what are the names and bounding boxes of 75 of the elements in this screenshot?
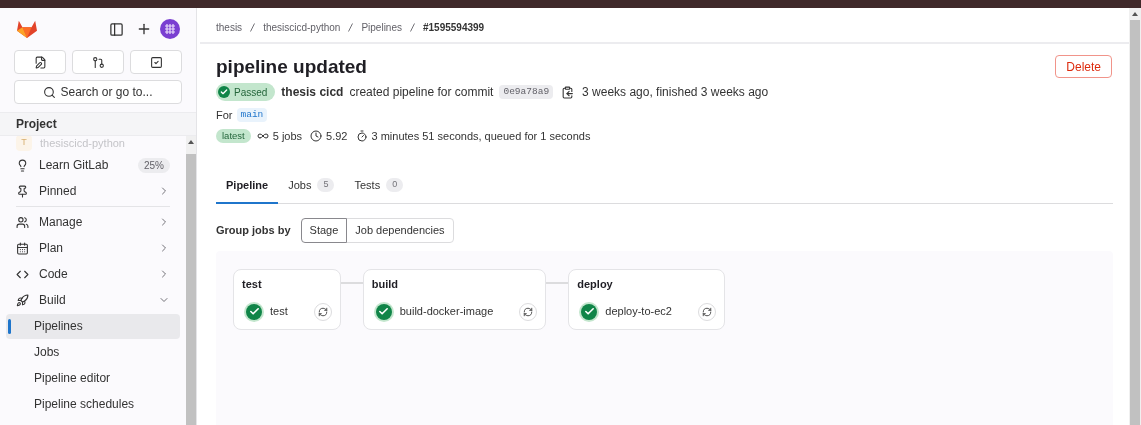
status-badge: Passed	[216, 83, 276, 101]
ref-label: For	[216, 107, 233, 123]
duration-text: 3 minutes 51 seconds, queued for 1 seconds	[371, 128, 591, 144]
stage-name: build	[371, 277, 399, 292]
tab[interactable]: Pipeline	[216, 168, 279, 204]
project-avatar: T	[16, 136, 32, 151]
retry-icon	[701, 306, 712, 317]
nav-subitem[interactable]: Pipeline schedules	[6, 391, 180, 417]
compute-minutes: 5.92	[326, 128, 348, 144]
nav-item[interactable]: Pinned	[6, 178, 180, 204]
tab[interactable]: Tests 0	[344, 168, 414, 204]
slash-separator-icon	[410, 22, 415, 32]
segment-button[interactable]: Stage	[300, 218, 348, 243]
progress-badge: 25%	[138, 157, 170, 173]
breadcrumb-link[interactable]: thesiscicd-python	[263, 19, 341, 35]
retry-icon	[317, 306, 328, 317]
nav-item[interactable]: Learn GitLab 25%	[6, 152, 180, 178]
count-badge: 5	[317, 178, 335, 192]
infinity-icon	[256, 130, 269, 142]
timer-icon	[355, 130, 368, 142]
tab[interactable]: Jobs 5	[278, 168, 345, 204]
scrollbar[interactable]	[1129, 8, 1141, 425]
merge-requests-button[interactable]	[72, 50, 124, 74]
search-icon	[43, 85, 57, 99]
nav-item[interactable]: Build	[6, 287, 180, 313]
nav-item[interactable]: Code	[6, 261, 180, 287]
nav-subitem[interactable]: Pipeline editor	[6, 365, 180, 391]
search-field[interactable]: Search or go to...	[14, 80, 182, 104]
avatar-icon[interactable]	[160, 19, 180, 39]
job-link[interactable]: test	[270, 303, 320, 320]
scroll-up-icon[interactable]	[188, 140, 194, 144]
retry-icon	[523, 306, 534, 317]
job-link[interactable]: deploy-to-ec2	[605, 303, 704, 320]
clock-icon	[310, 130, 323, 142]
jobs-count: 5 jobs	[272, 128, 303, 144]
latest-badge: latest	[216, 128, 251, 144]
breadcrumb-link[interactable]: #1595594399	[423, 19, 485, 35]
scroll-up-icon[interactable]	[1132, 12, 1138, 16]
issues-button[interactable]	[14, 50, 66, 74]
delete-button[interactable]: Delete	[1055, 55, 1112, 78]
nav-subitem[interactable]: Pipelines	[6, 313, 180, 339]
copy-icon[interactable]	[561, 85, 575, 99]
merge-request-icon	[91, 55, 105, 69]
stage-name: test	[242, 277, 263, 292]
pin-icon	[16, 184, 29, 198]
group-by-label: Group jobs by	[216, 223, 291, 239]
section-title: Project	[16, 116, 57, 133]
count-badge: 0	[386, 178, 404, 192]
checkbox-icon	[149, 55, 163, 69]
todo-button[interactable]	[130, 50, 182, 74]
branch-link[interactable]: main	[236, 107, 268, 123]
users-icon	[16, 215, 29, 229]
scrollbar[interactable]	[186, 136, 196, 425]
slash-separator-icon	[348, 22, 354, 32]
edit-icon	[33, 55, 47, 69]
stage-name: deploy	[577, 277, 614, 292]
page-title: pipeline updated	[216, 55, 367, 79]
plus-icon[interactable]	[136, 21, 152, 37]
lightbulb-icon	[16, 158, 29, 172]
fox-logo-icon[interactable]	[16, 19, 38, 39]
breadcrumb-link[interactable]: thesis	[216, 19, 243, 35]
nav-item[interactable]: Plan	[6, 235, 180, 261]
sidebar-toggle-icon[interactable]	[109, 21, 124, 37]
time-text: 3 weeks ago, finished 3 weeks ago	[582, 84, 769, 101]
slash-separator-icon	[250, 22, 256, 32]
nav-item[interactable]: Manage	[6, 209, 180, 235]
nav-subitem[interactable]: Jobs	[6, 339, 180, 365]
rocket-icon	[16, 293, 29, 307]
segment-button[interactable]: Job dependencies	[346, 218, 454, 243]
calendar-icon	[16, 241, 29, 255]
created-text: created pipeline for commit	[349, 84, 494, 101]
breadcrumb-link[interactable]: Pipelines	[361, 19, 402, 35]
job-link[interactable]: build-docker-image	[399, 303, 526, 320]
commit-sha[interactable]: 0e9a78a9	[499, 84, 554, 100]
author-name[interactable]: thesis cicd	[281, 83, 344, 101]
